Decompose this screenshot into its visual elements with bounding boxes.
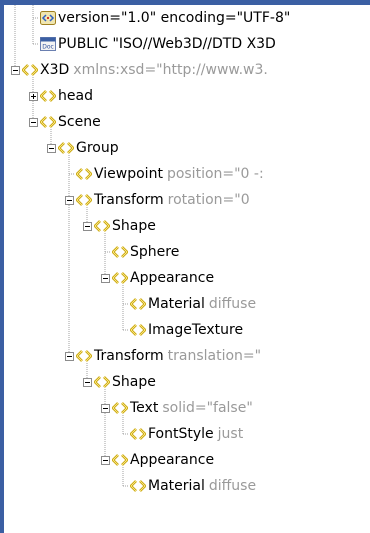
node-attributes: translation=" <box>167 348 262 364</box>
tree-node[interactable]: Material diffuse <box>129 473 257 499</box>
tree-node[interactable]: Material diffuse <box>129 291 257 317</box>
tree-node[interactable]: Scene <box>39 109 101 135</box>
expand-icon[interactable] <box>29 92 38 101</box>
tree-node[interactable]: Appearance <box>111 447 215 473</box>
node-name: PUBLIC "ISO//Web3D//DTD X3D <box>58 36 276 52</box>
tree-node[interactable]: Transform rotation="0 <box>75 187 250 213</box>
element-icon <box>75 167 93 181</box>
tree-node[interactable]: Group <box>57 135 119 161</box>
element-icon <box>129 479 147 493</box>
node-attributes: xmlns:xsd="http://www.w3. <box>73 62 268 78</box>
tree-node[interactable]: FontStyle just <box>129 421 244 447</box>
doctype-icon: Doc <box>40 37 56 51</box>
node-name: Shape <box>112 374 156 390</box>
node-name: Transform <box>94 348 164 364</box>
xml-tree-view[interactable]: version="1.0" encoding="UTF-8" Doc PUBLIC … <box>4 5 370 533</box>
element-icon <box>111 245 129 259</box>
node-name: Viewpoint <box>94 166 163 182</box>
tree-node[interactable]: Text solid="false" <box>111 395 253 421</box>
element-icon <box>39 115 57 129</box>
element-icon <box>129 323 147 337</box>
collapse-icon[interactable] <box>47 144 56 153</box>
node-name: Scene <box>58 114 101 130</box>
node-name: head <box>58 88 93 104</box>
node-name: Material <box>148 296 205 312</box>
collapse-icon[interactable] <box>65 352 74 361</box>
collapse-icon[interactable] <box>101 456 110 465</box>
tree-node[interactable]: X3D xmlns:xsd="http://www.w3. <box>21 57 268 83</box>
node-name: Group <box>76 140 119 156</box>
element-icon <box>21 63 39 77</box>
element-icon <box>57 141 75 155</box>
element-icon <box>39 89 57 103</box>
collapse-icon[interactable] <box>101 404 110 413</box>
tree-node[interactable]: Sphere <box>111 239 180 265</box>
element-icon <box>129 297 147 311</box>
node-name: Transform <box>94 192 164 208</box>
element-icon <box>129 427 147 441</box>
element-icon <box>93 219 111 233</box>
tree-node[interactable]: Shape <box>93 369 156 395</box>
node-name: Text <box>130 400 159 416</box>
tree-node[interactable]: head <box>39 83 93 109</box>
element-icon <box>111 401 129 415</box>
node-attributes: rotation="0 <box>167 192 250 208</box>
node-name: FontStyle <box>148 426 214 442</box>
element-icon <box>111 271 129 285</box>
node-name: Sphere <box>130 244 180 260</box>
collapse-icon[interactable] <box>11 66 20 75</box>
element-icon <box>75 193 93 207</box>
xml-declaration-icon <box>40 11 56 25</box>
collapse-icon[interactable] <box>101 274 110 283</box>
node-name: ImageTexture <box>148 322 244 338</box>
svg-text:Doc: Doc <box>42 44 54 51</box>
node-name: Appearance <box>130 452 215 468</box>
node-attributes: solid="false" <box>162 400 253 416</box>
tree-node[interactable]: Transform translation=" <box>75 343 262 369</box>
tree-node[interactable]: Viewpoint position="0 -: <box>75 161 264 187</box>
tree-node[interactable]: Shape <box>93 213 156 239</box>
collapse-icon[interactable] <box>83 222 92 231</box>
collapse-icon[interactable] <box>83 378 92 387</box>
tree-node[interactable]: ImageTexture <box>129 317 244 343</box>
collapse-icon[interactable] <box>29 118 38 127</box>
element-icon <box>111 453 129 467</box>
node-attributes: position="0 -: <box>166 166 264 182</box>
node-name: Material <box>148 478 205 494</box>
node-name: X3D <box>40 62 70 78</box>
node-name: Shape <box>112 218 156 234</box>
element-icon <box>75 349 93 363</box>
tree-node[interactable]: Doc PUBLIC "ISO//Web3D//DTD X3D <box>40 31 276 57</box>
node-attributes: diffuse <box>208 296 257 312</box>
element-icon <box>93 375 111 389</box>
tree-node[interactable]: version="1.0" encoding="UTF-8" <box>40 5 290 31</box>
collapse-icon[interactable] <box>65 196 74 205</box>
node-name: Appearance <box>130 270 215 286</box>
node-attributes: diffuse <box>208 478 257 494</box>
node-attributes: just <box>217 426 244 442</box>
tree-node[interactable]: Appearance <box>111 265 215 291</box>
node-name: version="1.0" encoding="UTF-8" <box>58 10 291 26</box>
